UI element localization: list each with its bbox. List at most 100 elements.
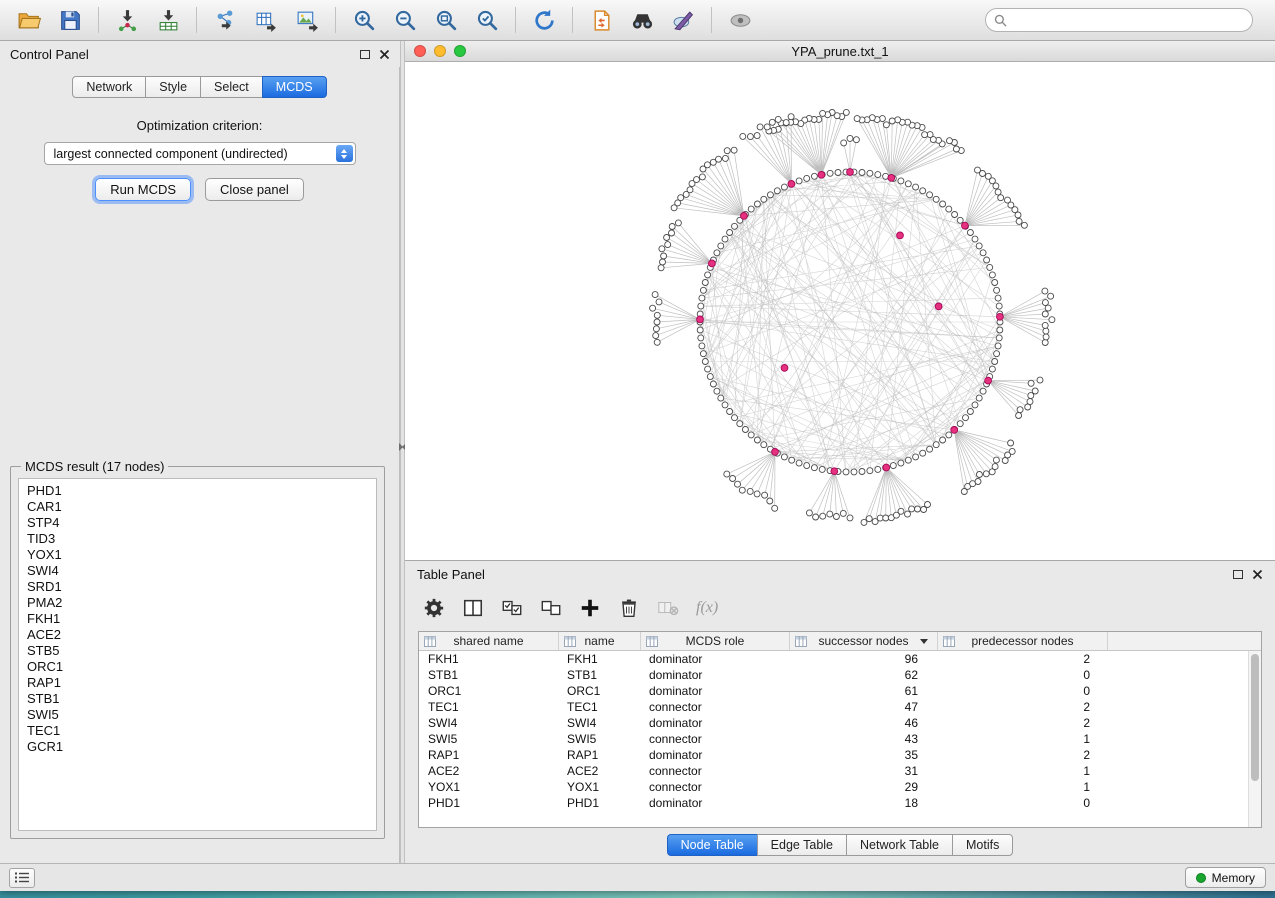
table-cell[interactable]: 29 — [790, 780, 938, 794]
table-cell[interactable]: TEC1 — [419, 700, 559, 714]
table-cell[interactable]: 1 — [938, 780, 1108, 794]
network-graph[interactable] — [405, 62, 1275, 560]
deselect-all-icon[interactable] — [540, 597, 562, 619]
table-cell[interactable]: 1 — [938, 732, 1108, 746]
mcds-result-list[interactable]: PHD1CAR1STP4TID3YOX1SWI4SRD1PMA2FKH1ACE2… — [18, 478, 377, 831]
column-header-name[interactable]: name — [559, 632, 641, 650]
table-cell[interactable]: PHD1 — [419, 796, 559, 810]
table-cell[interactable]: dominator — [641, 748, 790, 762]
mcds-result-item[interactable]: ORC1 — [27, 659, 368, 675]
table-cell[interactable]: 43 — [790, 732, 938, 746]
table-cell[interactable]: FKH1 — [419, 652, 559, 666]
table-cell[interactable]: dominator — [641, 796, 790, 810]
status-menu-button[interactable] — [9, 868, 35, 888]
table-row[interactable]: TEC1TEC1connector472 — [419, 699, 1248, 715]
table-row[interactable]: SWI4SWI4dominator462 — [419, 715, 1248, 731]
table-cell[interactable]: ORC1 — [419, 684, 559, 698]
table-cell[interactable]: dominator — [641, 668, 790, 682]
tab-edge-table[interactable]: Edge Table — [757, 834, 847, 856]
table-cell[interactable]: 31 — [790, 764, 938, 778]
table-cell[interactable]: STB1 — [559, 668, 641, 682]
export-table-button[interactable] — [247, 4, 285, 36]
table-scrollbar[interactable] — [1248, 651, 1261, 827]
save-button[interactable] — [51, 4, 89, 36]
table-cell[interactable]: RAP1 — [419, 748, 559, 762]
table-cell[interactable]: ACE2 — [559, 764, 641, 778]
import-table-button[interactable] — [149, 4, 187, 36]
hide-visibility-button[interactable] — [721, 4, 759, 36]
table-cell[interactable]: STB1 — [419, 668, 559, 682]
table-cell[interactable]: 0 — [938, 684, 1108, 698]
table-row[interactable]: SWI5SWI5connector431 — [419, 731, 1248, 747]
table-cell[interactable]: TEC1 — [559, 700, 641, 714]
export-image-button[interactable] — [288, 4, 326, 36]
table-row[interactable]: YOX1YOX1connector291 — [419, 779, 1248, 795]
mcds-result-item[interactable]: ACE2 — [27, 627, 368, 643]
mcds-result-item[interactable]: CAR1 — [27, 499, 368, 515]
mcds-result-item[interactable]: PHD1 — [27, 483, 368, 499]
table-cell[interactable]: 61 — [790, 684, 938, 698]
select-all-icon[interactable] — [501, 597, 523, 619]
export-network-button[interactable] — [206, 4, 244, 36]
table-cell[interactable]: 35 — [790, 748, 938, 762]
mcds-result-item[interactable]: PMA2 — [27, 595, 368, 611]
table-cell[interactable]: PHD1 — [559, 796, 641, 810]
memory-button[interactable]: Memory — [1185, 867, 1266, 888]
table-cell[interactable]: dominator — [641, 652, 790, 666]
close-panel-icon[interactable] — [379, 49, 390, 60]
table-cell[interactable]: connector — [641, 780, 790, 794]
table-cell[interactable]: connector — [641, 732, 790, 746]
search-input[interactable] — [1012, 13, 1244, 27]
column-header-successor-nodes[interactable]: successor nodes — [790, 632, 938, 650]
window-zoom-button[interactable] — [454, 45, 466, 57]
tab-style[interactable]: Style — [145, 76, 201, 98]
function-builder-button[interactable]: f(x) — [696, 599, 718, 617]
table-cell[interactable]: 0 — [938, 796, 1108, 810]
table-cell[interactable]: 0 — [938, 668, 1108, 682]
table-cell[interactable]: SWI4 — [559, 716, 641, 730]
mcds-result-item[interactable]: FKH1 — [27, 611, 368, 627]
table-row[interactable]: ACE2ACE2connector311 — [419, 763, 1248, 779]
table-cell[interactable]: SWI5 — [559, 732, 641, 746]
zoom-out-button[interactable] — [386, 4, 424, 36]
mcds-result-item[interactable]: RAP1 — [27, 675, 368, 691]
column-header-mcds-role[interactable]: MCDS role — [641, 632, 790, 650]
table-cell[interactable]: YOX1 — [419, 780, 559, 794]
table-cell[interactable]: SWI4 — [419, 716, 559, 730]
import-network-button[interactable] — [108, 4, 146, 36]
table-cell[interactable]: dominator — [641, 716, 790, 730]
close-mcds-panel-button[interactable]: Close panel — [205, 178, 304, 201]
table-cell[interactable]: 46 — [790, 716, 938, 730]
column-header-predecessor-nodes[interactable]: predecessor nodes — [938, 632, 1108, 650]
table-cell[interactable]: 2 — [938, 716, 1108, 730]
find-button[interactable] — [623, 4, 661, 36]
table-row[interactable]: ORC1ORC1dominator610 — [419, 683, 1248, 699]
float-table-panel-icon[interactable] — [1233, 570, 1243, 579]
tab-node-table[interactable]: Node Table — [667, 834, 758, 856]
close-table-panel-icon[interactable] — [1252, 569, 1263, 580]
table-cell[interactable]: SWI5 — [419, 732, 559, 746]
delete-column-trash-icon[interactable] — [618, 597, 640, 619]
column-header-shared-name[interactable]: shared name — [419, 632, 559, 650]
optimization-criterion-select[interactable]: largest connected component (undirected) — [44, 142, 356, 165]
mcds-result-item[interactable]: SWI5 — [27, 707, 368, 723]
tab-network[interactable]: Network — [72, 76, 146, 98]
table-row[interactable]: STB1STB1dominator620 — [419, 667, 1248, 683]
table-row[interactable]: RAP1RAP1dominator352 — [419, 747, 1248, 763]
network-view[interactable] — [405, 62, 1275, 560]
filter-button[interactable] — [664, 4, 702, 36]
table-cell[interactable]: dominator — [641, 684, 790, 698]
mcds-result-item[interactable]: SWI4 — [27, 563, 368, 579]
table-row[interactable]: FKH1FKH1dominator962 — [419, 651, 1248, 667]
show-columns-icon[interactable] — [462, 597, 484, 619]
table-cell[interactable]: YOX1 — [559, 780, 641, 794]
table-cell[interactable]: 2 — [938, 652, 1108, 666]
table-cell[interactable]: RAP1 — [559, 748, 641, 762]
mcds-result-item[interactable]: TID3 — [27, 531, 368, 547]
refresh-layout-button[interactable] — [525, 4, 563, 36]
tab-select[interactable]: Select — [200, 76, 263, 98]
window-minimize-button[interactable] — [434, 45, 446, 57]
mcds-result-item[interactable]: STB5 — [27, 643, 368, 659]
table-cell[interactable]: connector — [641, 700, 790, 714]
mcds-result-item[interactable]: SRD1 — [27, 579, 368, 595]
